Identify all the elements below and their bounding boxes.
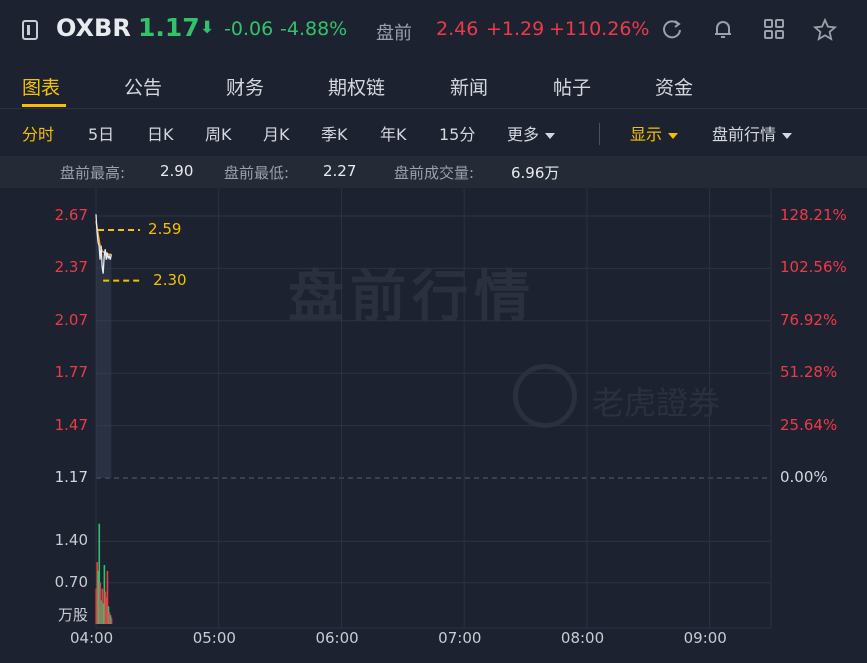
period-intraday[interactable]: 分时 <box>22 121 54 145</box>
x-tick-label: 09:00 <box>683 629 727 647</box>
premarket-high-label: 盘前最高: <box>60 164 126 182</box>
premarket-change-pct: +110.26% <box>549 18 650 40</box>
y-tick-label: 2.07 <box>54 310 88 329</box>
pct-tick-label: 102.56% <box>780 258 847 277</box>
grid-icon[interactable] <box>762 18 786 42</box>
tab-financials[interactable]: 财务 <box>226 73 264 100</box>
display-dropdown[interactable]: 显示 <box>630 121 679 145</box>
active-tab-indicator <box>22 104 66 107</box>
y-tick-label: 1.17 <box>54 468 88 486</box>
premarket-view-label: 盘前行情 <box>712 125 777 144</box>
premarket-price: 2.46 <box>436 18 479 40</box>
price-change-pct: -4.88% <box>280 18 348 40</box>
x-tick-label: 08:00 <box>560 629 605 647</box>
pct-tick-label: 76.92% <box>780 310 838 329</box>
y-tick-label: 2.67 <box>54 206 88 224</box>
premarket-view-dropdown[interactable]: 盘前行情 <box>712 121 793 145</box>
period-yearly[interactable]: 年K <box>380 121 407 145</box>
premarket-low-value: 2.27 <box>323 162 357 180</box>
x-tick-label: 07:00 <box>438 629 482 647</box>
premarket-high-value: 2.90 <box>160 162 194 180</box>
tab-options-chain[interactable]: 期权链 <box>328 73 385 100</box>
star-icon[interactable] <box>812 17 838 42</box>
down-arrow-icon: ⬇ <box>200 18 215 38</box>
volume-bar <box>110 618 113 624</box>
pct-tick-label: 128.21% <box>780 206 847 224</box>
x-tick-label: 04:00 <box>70 629 114 647</box>
period-daily[interactable]: 日K <box>147 121 174 145</box>
premarket-volume-label: 盘前成交量: <box>394 164 475 182</box>
y-tick-label: 2.37 <box>54 258 88 277</box>
price-change: -0.06 <box>224 18 274 40</box>
premarket-label: 盘前 <box>376 23 412 44</box>
divider <box>599 123 600 145</box>
intraday-chart[interactable]: 盘前行情 老虎證券 2.67 128.21% 2.37 102.56% 2.07 76.9… <box>0 188 867 663</box>
tab-news[interactable]: 新闻 <box>450 73 488 100</box>
volume-tick-label: 0.70 <box>54 572 88 591</box>
pct-tick-label: 25.64% <box>780 415 838 434</box>
chevron-down-icon <box>545 132 556 139</box>
more-dropdown[interactable]: 更多 <box>507 121 556 145</box>
tab-chart[interactable]: 图表 <box>22 73 60 100</box>
chart-canvas <box>95 188 772 629</box>
y-tick-label: 1.77 <box>54 363 88 382</box>
bell-icon[interactable] <box>711 18 735 42</box>
refresh-icon[interactable] <box>660 18 684 42</box>
y-tick-label: 1.47 <box>54 415 88 434</box>
display-label: 显示 <box>630 125 663 144</box>
last-price: 1.17 <box>138 13 200 42</box>
premarket-stats-bar: 盘前最高: 2.90 盘前最低: 2.27 盘前成交量: 6.96万 <box>0 156 867 188</box>
quote-header: OXBR 1.17 ⬇ -0.06 -4.88% 盘前 2.46 +1.29 +… <box>0 0 867 62</box>
sidebar-toggle-icon[interactable] <box>22 20 38 40</box>
tab-announcements[interactable]: 公告 <box>124 73 162 100</box>
premarket-volume-value: 6.96万 <box>511 164 560 182</box>
chevron-down-icon <box>668 132 679 139</box>
tab-posts[interactable]: 帖子 <box>553 73 591 100</box>
volume-tick-label: 1.40 <box>54 531 88 550</box>
period-5day[interactable]: 5日 <box>88 121 114 145</box>
chart-period-tabs: 分时 5日 日K 周K 月K 季K 年K 15分 更多 显示 盘前行情 <box>0 108 867 157</box>
premarket-low-label: 盘前最低: <box>224 164 290 182</box>
pct-tick-label: 0.00% <box>780 468 828 486</box>
x-tick-label: 05:00 <box>192 629 236 647</box>
premarket-change: +1.29 <box>486 18 545 40</box>
high-marker-label: 2.59 <box>148 219 182 238</box>
period-monthly[interactable]: 月K <box>263 121 290 145</box>
ticker-symbol: OXBR <box>56 14 131 42</box>
low-marker-label: 2.30 <box>153 270 187 289</box>
tab-capital[interactable]: 资金 <box>655 73 693 100</box>
period-15min[interactable]: 15分 <box>439 121 475 145</box>
volume-unit-label: 万股 <box>57 606 88 624</box>
more-label: 更多 <box>507 125 540 144</box>
period-quarterly[interactable]: 季K <box>321 121 348 145</box>
period-weekly[interactable]: 周K <box>205 121 232 145</box>
pct-tick-label: 51.28% <box>780 363 838 382</box>
x-tick-label: 06:00 <box>315 629 359 647</box>
chevron-down-icon <box>782 132 793 139</box>
main-tabs: 图表 公告 财务 期权链 新闻 帖子 资金 <box>0 62 867 108</box>
